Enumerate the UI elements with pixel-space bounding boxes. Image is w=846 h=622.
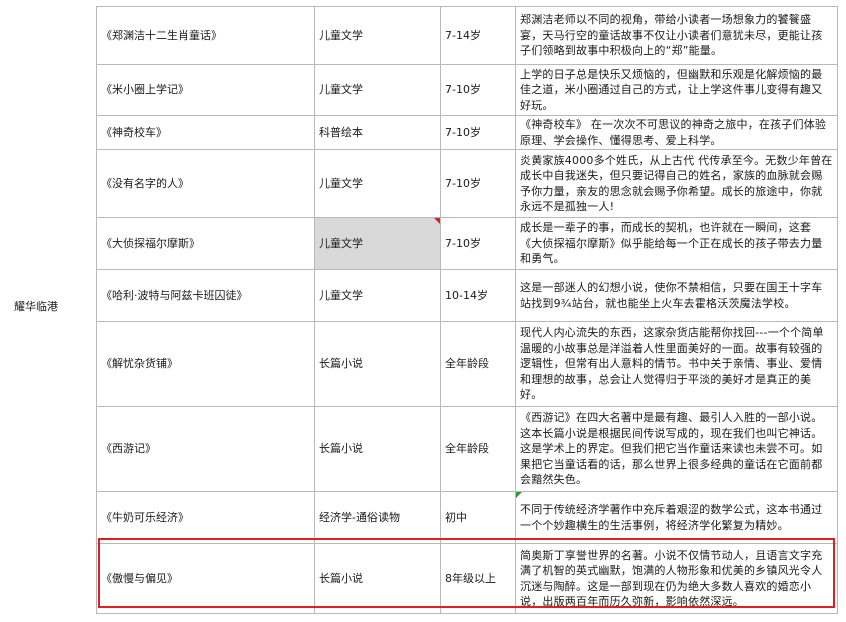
description-cell[interactable]: 《西游记》在四大名著中是最有趣、最引人入胜的一部小说。这本长篇小说是根据民间传说…	[515, 406, 838, 492]
age-cell[interactable]: 7-14岁	[440, 6, 516, 65]
category-cell[interactable]: 儿童文学	[314, 269, 441, 322]
book-title-cell[interactable]: 《哈利·波特与阿兹卡班囚徒》	[96, 269, 315, 322]
category-cell-selected[interactable]: 儿童文学	[314, 217, 441, 270]
table-row: 《大侦探福尔摩斯》 儿童文学 7-10岁 成长是一辈子的事，而成长的契机，也许就…	[96, 217, 838, 270]
book-title-cell[interactable]: 《大侦探福尔摩斯》	[96, 217, 315, 270]
book-title-cell[interactable]: 《米小圈上学记》	[96, 64, 315, 116]
age-cell[interactable]: 7-10岁	[440, 217, 516, 270]
table-row: 《西游记》 长篇小说 全年龄段 《西游记》在四大名著中是最有趣、最引人入胜的一部…	[96, 406, 838, 492]
book-title-cell[interactable]: 《解忧杂货铺》	[96, 321, 315, 407]
book-title-cell[interactable]: 《没有名字的人》	[96, 149, 315, 218]
category-cell[interactable]: 儿童文学	[314, 6, 441, 65]
age-cell[interactable]: 8年级以上	[440, 543, 516, 614]
book-title-cell[interactable]: 《神奇校车》	[96, 115, 315, 150]
book-title-cell[interactable]: 《郑渊洁十二生肖童话》	[96, 6, 315, 65]
description-cell[interactable]: 成长是一辈子的事，而成长的契机，也许就在一瞬间，这套《大侦探福尔摩斯》似乎能给每…	[515, 217, 838, 270]
category-cell[interactable]: 经济学-通俗读物	[314, 491, 441, 544]
table-row: 《哈利·波特与阿兹卡班囚徒》 儿童文学 10-14岁 这是一部迷人的幻想小说，使…	[96, 269, 838, 322]
description-cell[interactable]: 现代人内心流失的东西，这家杂货店能帮你找回---一个个简单温暖的小故事总是洋溢着…	[515, 321, 838, 407]
description-cell[interactable]: 郑渊洁老师以不同的视角，带给小读者一场想象力的饕餮盛宴，天马行空的童话故事不仅让…	[515, 6, 838, 65]
description-cell[interactable]: 简奥斯丁享誉世界的名著。小说不仅情节动人，且语言文字充满了机智的英式幽默，饱满的…	[515, 543, 838, 614]
table-row: 《郑渊洁十二生肖童话》 儿童文学 7-14岁 郑渊洁老师以不同的视角，带给小读者…	[96, 6, 838, 65]
description-cell[interactable]: 上学的日子总是快乐又烦恼的，但幽默和乐观是化解烦恼的最佳之道，米小圈通过自己的方…	[515, 64, 838, 116]
age-cell[interactable]: 全年龄段	[440, 406, 516, 492]
table-row: 《神奇校车》 科普绘本 7-10岁 《神奇校车》 在一次次不可思议的神奇之旅中，…	[96, 115, 838, 150]
table-row: 《牛奶可乐经济》 经济学-通俗读物 初中 不同于传统经济学著作中充斥着艰涩的数学…	[96, 491, 838, 544]
category-cell[interactable]: 长篇小说	[314, 543, 441, 614]
book-title-cell[interactable]: 《傲慢与偏见》	[96, 543, 315, 614]
category-cell[interactable]: 科普绘本	[314, 115, 441, 150]
table-row: 《米小圈上学记》 儿童文学 7-10岁 上学的日子总是快乐又烦恼的，但幽默和乐观…	[96, 64, 838, 116]
description-cell[interactable]: 不同于传统经济学著作中充斥着艰涩的数学公式，这本书通过一个个妙趣横生的生活事例，…	[515, 491, 838, 544]
category-cell[interactable]: 儿童文学	[314, 149, 441, 218]
book-list-table: 《郑渊洁十二生肖童话》 儿童文学 7-14岁 郑渊洁老师以不同的视角，带给小读者…	[96, 6, 838, 614]
book-title-cell[interactable]: 《牛奶可乐经济》	[96, 491, 315, 544]
category-cell[interactable]: 儿童文学	[314, 64, 441, 116]
age-cell[interactable]: 初中	[440, 491, 516, 544]
table-row: 《解忧杂货铺》 长篇小说 全年龄段 现代人内心流失的东西，这家杂货店能帮你找回-…	[96, 321, 838, 407]
age-cell[interactable]: 10-14岁	[440, 269, 516, 322]
description-cell[interactable]: 炎黄家族4000多个姓氏，从上古代 代传承至今。无数少年曾在成长中自我迷失，但只…	[515, 149, 838, 218]
category-cell[interactable]: 长篇小说	[314, 321, 441, 407]
age-cell[interactable]: 全年龄段	[440, 321, 516, 407]
age-cell[interactable]: 7-10岁	[440, 149, 516, 218]
campus-label: 耀华临港	[14, 300, 58, 313]
category-cell[interactable]: 长篇小说	[314, 406, 441, 492]
age-cell[interactable]: 7-10岁	[440, 115, 516, 150]
description-cell[interactable]: 这是一部迷人的幻想小说，使你不禁相信，只要在国王十字车站找到9¾站台，就也能坐上…	[515, 269, 838, 322]
table-row: 《傲慢与偏见》 长篇小说 8年级以上 简奥斯丁享誉世界的名著。小说不仅情节动人，…	[96, 543, 838, 614]
book-title-cell[interactable]: 《西游记》	[96, 406, 315, 492]
age-cell[interactable]: 7-10岁	[440, 64, 516, 116]
description-cell[interactable]: 《神奇校车》 在一次次不可思议的神奇之旅中，在孩子们体验原理、学会操作、懂得思考…	[515, 115, 838, 150]
table-row: 《没有名字的人》 儿童文学 7-10岁 炎黄家族4000多个姓氏，从上古代 代传…	[96, 149, 838, 218]
